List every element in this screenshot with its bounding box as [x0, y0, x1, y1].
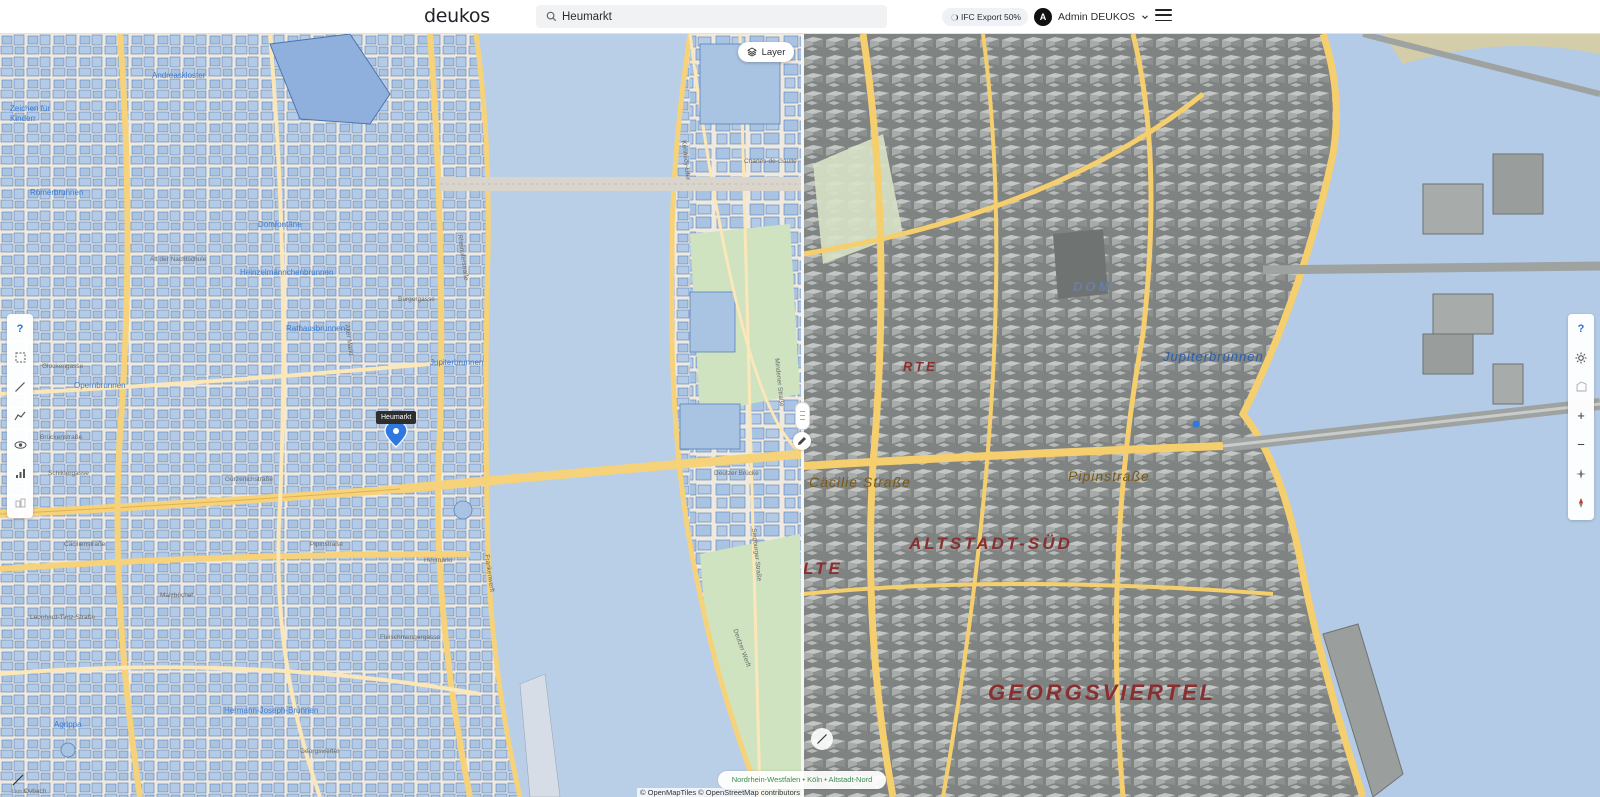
draw-line-icon — [12, 774, 24, 786]
statistics-button[interactable] — [7, 459, 33, 488]
lighting-button[interactable] — [1568, 343, 1594, 372]
select-area-button[interactable] — [7, 343, 33, 372]
elevation-profile-button[interactable] — [7, 401, 33, 430]
menu-icon[interactable] — [1155, 9, 1172, 23]
map-2d-toolbar: ? — [7, 314, 33, 518]
location-breadcrumb: Nordrhein-Westfalen • Köln • Altstadt-No… — [718, 771, 886, 789]
eye-icon — [14, 440, 26, 449]
help-icon: ? — [1577, 322, 1585, 335]
edit-icon — [798, 437, 806, 445]
zoom-in-icon: + — [1577, 408, 1585, 423]
chevron-down-icon — [1142, 15, 1148, 20]
map-3d-toolbar: ? + − — [1568, 314, 1594, 520]
avatar: A — [1034, 8, 1052, 26]
visibility-button[interactable] — [7, 430, 33, 459]
select-rect-icon — [15, 352, 25, 363]
sun-icon — [1575, 352, 1587, 363]
measure-line-icon — [15, 381, 25, 392]
layer-button[interactable]: Layer — [738, 42, 794, 62]
zoom-out-button[interactable]: − — [1568, 430, 1594, 459]
map-3d-view[interactable]: RTE DOM Jupiterbrunnen Cäcilie Straße Pi… — [803, 34, 1600, 797]
layer-button-label: Layer — [761, 46, 786, 58]
zoom-in-button[interactable]: + — [1568, 401, 1594, 430]
draw-line-icon — [817, 734, 827, 744]
draw-line-button-3d[interactable] — [811, 728, 833, 750]
search-icon — [546, 11, 557, 22]
draw-line-button[interactable] — [6, 771, 28, 789]
help-icon: ? — [16, 322, 24, 335]
marker-label: Heumarkt — [376, 411, 417, 424]
edit-button[interactable] — [793, 432, 811, 450]
measure-distance-button[interactable] — [7, 372, 33, 401]
top-bar: deukos IFC Export 50% A Admin DEUKOS — [0, 0, 1600, 34]
user-name: Admin DEUKOS — [1058, 11, 1136, 23]
search-box[interactable] — [536, 5, 887, 28]
app-logo[interactable]: deukos — [424, 5, 490, 27]
help-button[interactable]: ? — [7, 314, 33, 343]
pitch-button[interactable] — [1568, 488, 1594, 517]
help-button-3d[interactable]: ? — [1568, 314, 1594, 343]
layers-icon — [746, 47, 757, 57]
ifc-export-label: IFC Export 50% — [961, 12, 1021, 22]
building-icon — [1576, 381, 1586, 392]
map-3d-canvas[interactable] — [803, 34, 1600, 797]
zoom-out-icon: − — [1577, 437, 1585, 452]
user-menu[interactable]: A Admin DEUKOS — [1034, 7, 1149, 27]
map-attribution[interactable]: © OpenMapTiles © OpenStreetMap contribut… — [637, 788, 804, 797]
search-input[interactable] — [562, 5, 877, 28]
spinner-icon — [951, 13, 958, 21]
building-icon — [15, 498, 25, 508]
split-handle[interactable] — [795, 402, 810, 430]
compass-icon — [1576, 468, 1586, 479]
buildings-toggle-3d[interactable] — [1568, 372, 1594, 401]
ifc-export-status-badge[interactable]: IFC Export 50% — [942, 8, 1028, 26]
compass-button[interactable] — [1568, 459, 1594, 488]
buildings-button[interactable] — [7, 488, 33, 517]
chart-line-icon — [14, 411, 26, 420]
pitch-icon — [1579, 497, 1583, 508]
bar-chart-icon — [15, 469, 25, 478]
scale-text: 1 km 50 — [11, 789, 29, 795]
